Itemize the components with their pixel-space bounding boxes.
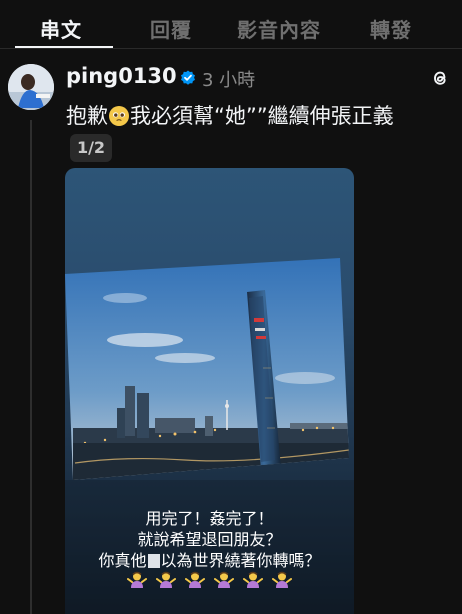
tabs-divider — [0, 48, 462, 49]
post-timestamp: 3 小時 — [202, 70, 256, 91]
post-text: 抱歉 我必須幫“她””繼續伸張正義 — [66, 100, 394, 130]
tab-reposts[interactable]: 轉發 — [370, 14, 412, 43]
thread-connector-line — [30, 120, 32, 614]
tab-threads[interactable]: 串文 — [40, 14, 82, 43]
person-shrugging-icon — [126, 570, 147, 588]
caption-line-2: 就說希望退回朋友？ — [137, 530, 282, 549]
caption-line-3: 你真他 以為世界繞著你轉嗎？ — [65, 550, 354, 571]
threads-logo-icon[interactable] — [430, 68, 450, 88]
person-shrugging-icon — [155, 570, 176, 588]
verified-badge-icon — [181, 70, 195, 85]
post-image[interactable]: 用完了！姦完了！ 就說希望退回朋友？ 你真他 以為世界繞著你轉嗎？ — [65, 168, 354, 614]
pleading-face-icon — [109, 106, 129, 126]
threads-profile-page: 串文 回覆 影音內容 轉發 ping0130 3 小時 抱歉 我必須幫“她””繼… — [0, 0, 462, 614]
caption-line-1: 用完了！姦完了！ — [145, 509, 274, 528]
avatar[interactable] — [8, 64, 54, 110]
profile-tabs: 串文 回覆 影音內容 轉發 — [0, 0, 462, 48]
username[interactable]: ping0130 — [66, 64, 177, 88]
person-shrugging-icon — [272, 570, 293, 588]
post-text-start: 抱歉 — [66, 104, 108, 128]
caption-line-3-start: 你真他 — [98, 551, 147, 570]
carousel-page-indicator: 1/2 — [70, 134, 112, 162]
tab-media[interactable]: 影音內容 — [237, 14, 321, 43]
person-shrugging-icon — [214, 570, 235, 588]
person-shrugging-icon — [184, 570, 205, 588]
tab-replies[interactable]: 回覆 — [150, 14, 192, 43]
post-text-end: 我必須幫“她””繼續伸張正義 — [130, 104, 394, 128]
person-shrugging-icon — [243, 570, 264, 588]
redaction-block — [147, 554, 160, 568]
caption-line-3-end: 以為世界繞著你轉嗎？ — [160, 551, 321, 570]
person-shrugging-emoji-row — [65, 570, 354, 592]
